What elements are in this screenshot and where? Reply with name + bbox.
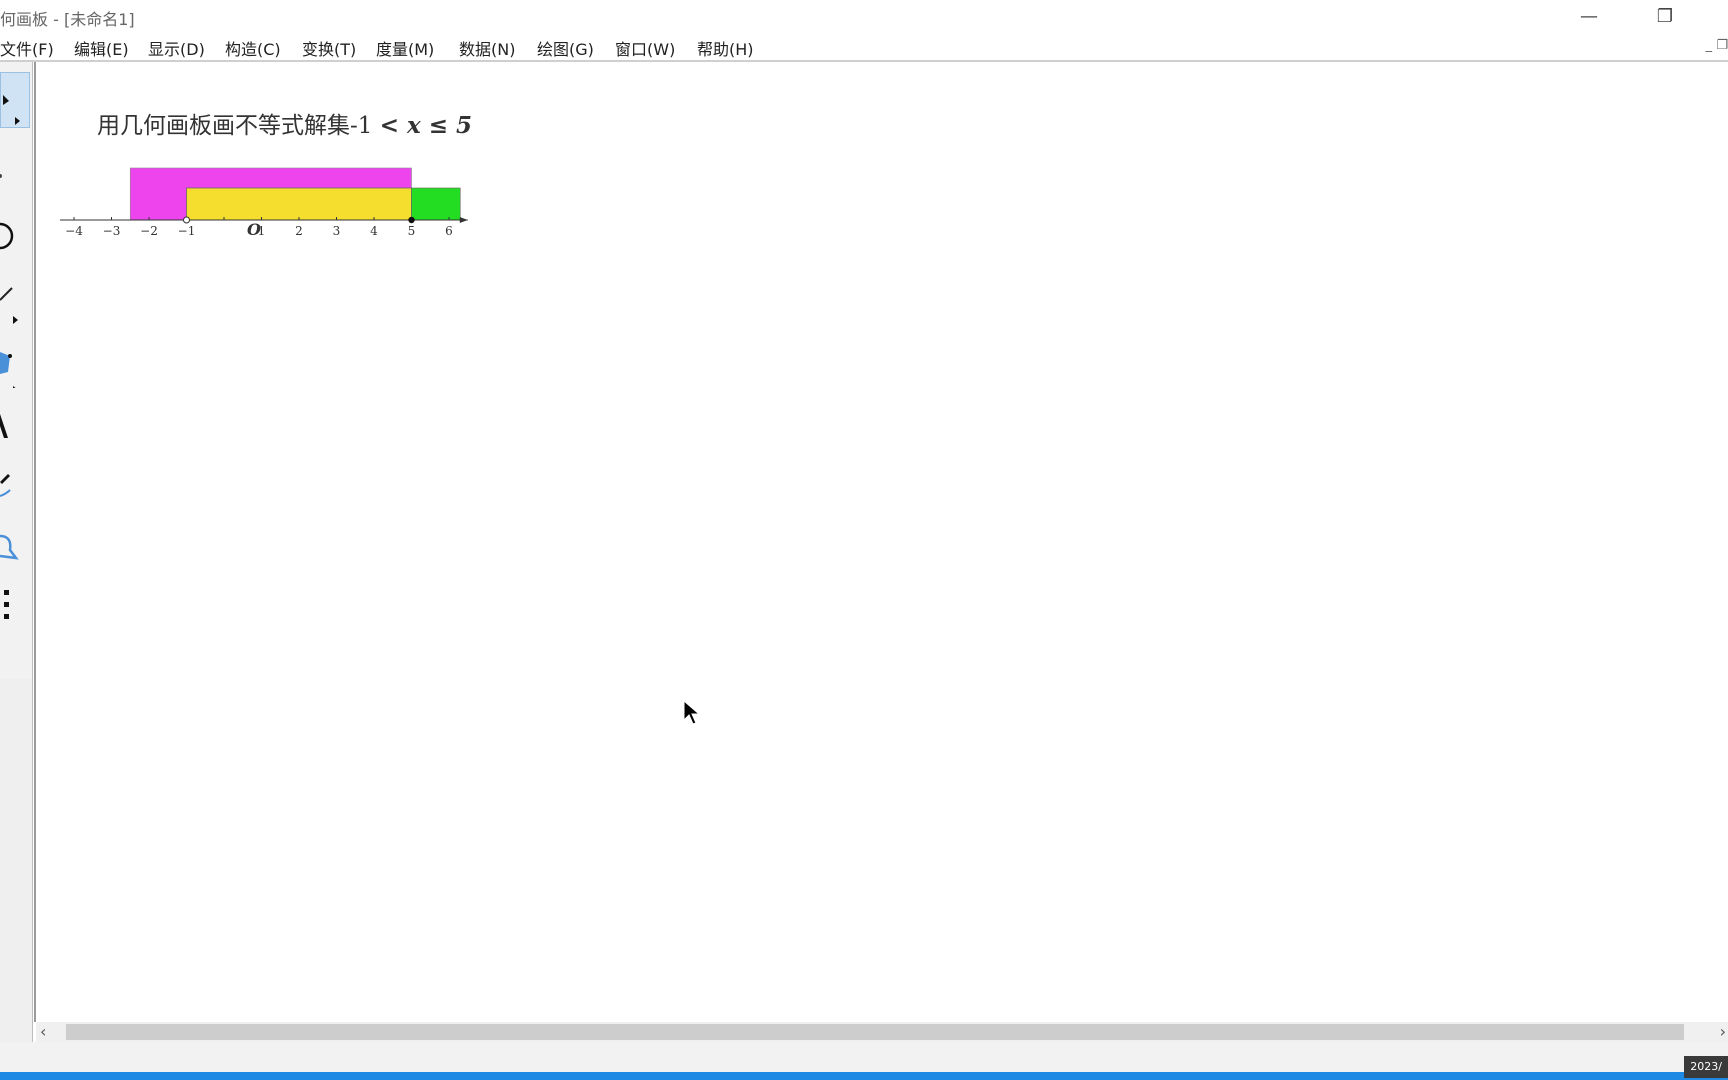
caption-text: 用几何画板画不等式解集-1 <box>97 113 380 139</box>
minimize-button[interactable]: — <box>1566 0 1612 32</box>
menu-construct[interactable]: 构造(C) <box>225 36 281 60</box>
polygon-icon <box>0 352 16 388</box>
point-icon <box>0 174 2 178</box>
tick-label: −2 <box>140 224 158 238</box>
document-minimize-button[interactable]: _ <box>1706 38 1713 53</box>
yellow-solution-region <box>186 187 412 221</box>
toolbox-background <box>0 679 33 1067</box>
axis-arrow-icon <box>459 217 468 223</box>
window-title: 何画板 - [未命名1] <box>0 10 135 29</box>
tick-label: 3 <box>333 224 341 238</box>
menu-transform[interactable]: 变换(T) <box>302 36 356 60</box>
tick-label: −3 <box>103 224 121 238</box>
menu-edit[interactable]: 编辑(E) <box>74 36 129 60</box>
marker-tool[interactable] <box>0 454 30 510</box>
horizontal-scrollbar[interactable]: ‹ › <box>36 1022 1728 1042</box>
scrollbar-thumb[interactable] <box>66 1024 1684 1040</box>
compass-tool[interactable] <box>0 208 30 264</box>
custom-tools-icon <box>4 590 9 619</box>
scroll-left-arrow[interactable]: ‹ <box>40 1022 46 1041</box>
tick-label: 6 <box>445 224 453 238</box>
caption-inequality: < x ≤ 5 <box>379 112 472 139</box>
restore-button[interactable]: ❐ <box>1642 0 1688 32</box>
point-tool[interactable] <box>0 148 30 204</box>
tick-label: 5 <box>408 224 416 238</box>
open-endpoint <box>183 216 190 224</box>
tick-label: −1 <box>178 224 196 238</box>
compass-circle-icon <box>0 222 14 250</box>
arrow-select-tool[interactable] <box>0 72 30 128</box>
closed-endpoint <box>408 216 415 224</box>
text-icon <box>0 414 8 438</box>
menu-bar: 文件(F) 编辑(E) 显示(D) 构造(C) 变换(T) 度量(M) 数据(N… <box>0 32 1728 60</box>
taskbar-clock: 2023/ <box>1684 1056 1728 1078</box>
taskbar <box>0 1072 1728 1080</box>
custom-tools[interactable] <box>0 580 30 636</box>
arrow-select-icon <box>3 95 20 125</box>
marker-pen-icon <box>0 474 11 497</box>
title-bar: 何画板 - [未命名1] — ❐ ✕ <box>0 0 1728 32</box>
menu-help[interactable]: 帮助(H) <box>697 36 754 60</box>
mouse-cursor-icon <box>683 700 701 725</box>
scroll-right-arrow[interactable]: › <box>1720 1022 1726 1041</box>
menu-display[interactable]: 显示(D) <box>148 36 205 60</box>
tick-label: −4 <box>65 224 83 238</box>
tick-label: 1 <box>258 224 266 238</box>
information-icon <box>0 534 19 560</box>
close-button[interactable]: ✕ <box>1712 0 1728 32</box>
menu-data[interactable]: 数据(N) <box>459 36 515 60</box>
menu-measure[interactable]: 度量(M) <box>376 36 434 60</box>
polygon-tool[interactable] <box>0 332 30 388</box>
document-restore-button[interactable]: ❐ <box>1716 38 1728 53</box>
tick-label: 4 <box>370 224 378 238</box>
text-tool[interactable] <box>0 398 30 454</box>
green-region <box>411 187 461 221</box>
toolbox <box>0 62 33 679</box>
number-line-figure[interactable]: −4 −3 −2 −1 O1 2 3 4 5 6 <box>60 150 500 240</box>
menu-file[interactable]: 文件(F) <box>0 36 54 60</box>
menu-graph[interactable]: 绘图(G) <box>537 36 594 60</box>
straightedge-icon <box>0 287 18 324</box>
status-area <box>0 1042 1728 1072</box>
information-tool[interactable] <box>0 518 30 574</box>
menu-window[interactable]: 窗口(W) <box>615 36 675 60</box>
tick-label: 2 <box>295 224 303 238</box>
sketch-caption[interactable]: 用几何画板画不等式解集-1 < x ≤ 5 <box>97 106 472 140</box>
straightedge-tool[interactable] <box>0 270 30 326</box>
